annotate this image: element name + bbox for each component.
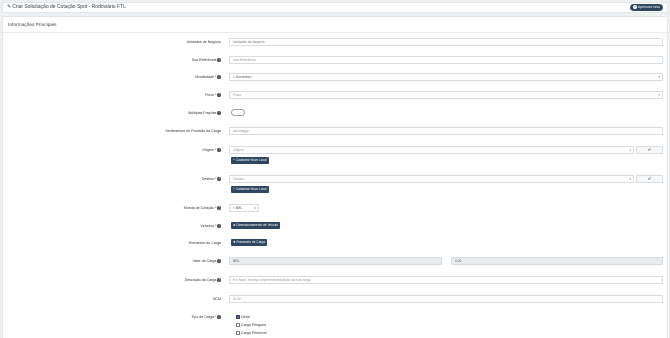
form-panel: Informações Principais Unidades de Negóc… — [2, 16, 668, 338]
destino-confirm-button[interactable]: ✔ — [636, 175, 663, 183]
romaneio-label: Romaneio de Carga — [188, 241, 221, 245]
multiplas-label: Múltiplas Frações i — [188, 111, 221, 115]
origem-confirm-button[interactable]: ✔ — [636, 146, 663, 154]
romaneio-button[interactable]: ✚ Romaneio de Carga — [231, 239, 268, 246]
section-title: Informações Principais — [8, 23, 57, 28]
ncm-input[interactable]: NCM — [229, 295, 663, 303]
info-icon: i — [217, 75, 221, 79]
multiplas-toggle[interactable] — [231, 109, 245, 116]
destino-add-location-button[interactable]: + Cadastrar Novo Local — [231, 186, 269, 193]
valor-label: Valor da Carga i — [192, 259, 221, 263]
descricao-input[interactable]: Por favor, forneça uma breve descrição d… — [229, 276, 663, 284]
chevron-down-icon: ▾ — [658, 75, 660, 79]
destino-label: Destino * i — [201, 177, 221, 181]
modalidade-label: Modalidade * i — [195, 75, 221, 79]
info-icon: i — [217, 224, 221, 228]
pencil-icon: ✎ — [7, 4, 12, 10]
valor-amount-field: 0,00 — [451, 257, 663, 265]
checkbox-checked[interactable]: ✓ — [236, 315, 240, 320]
unidade-field[interactable]: Unidades de Negócio — [229, 38, 663, 46]
destino-select[interactable]: Destino ▾ — [229, 175, 634, 183]
valor-currency-field: BRL — [229, 257, 442, 265]
chevron-down-icon: ▾ — [629, 177, 631, 181]
section-divider — [3, 32, 667, 33]
fluxo-select[interactable]: Fluxo ▾ — [229, 91, 663, 99]
checkbox[interactable] — [236, 323, 240, 328]
ncm-label: NCM — [212, 297, 221, 301]
chevron-down-icon: ▾ — [629, 148, 631, 152]
sua-ref-label: Sua Referência i — [191, 58, 221, 62]
page-header: ✎Criar Solicitação de Cotação Spot - Rod… — [2, 2, 668, 13]
chevron-down-icon: ▾ — [254, 206, 256, 210]
sua-ref-input[interactable]: Sua Referência — [229, 56, 663, 64]
tipo-option-geral[interactable]: ✓Geral — [236, 315, 250, 320]
page-title: ✎Criar Solicitação de Cotação Spot - Rod… — [7, 4, 126, 10]
info-icon: i — [217, 278, 221, 282]
question-icon: ? — [632, 5, 637, 10]
descricao-label: Descrição da Carga i — [184, 278, 221, 282]
info-icon: i — [217, 259, 221, 263]
sentimentos-input[interactable]: Atendagge — [229, 127, 663, 135]
info-icon: i — [217, 111, 221, 115]
info-icon: i — [217, 206, 221, 210]
tipo-label: Tipo de Carga * i — [191, 315, 221, 319]
chevron-down-icon: ▾ — [658, 93, 660, 97]
info-icon: i — [217, 93, 221, 97]
veiculos-label: Veículos * i — [200, 224, 221, 228]
help-button[interactable]: ? Aprimore Isso — [629, 4, 663, 11]
moeda-label: Moeda de Cotação * i — [183, 206, 221, 210]
dimensionamento-veiculo-button[interactable]: ✚ Dimensionamento de Veículo — [231, 222, 281, 229]
origem-select[interactable]: Origem ▾ — [229, 146, 634, 154]
origem-label: Origem * i — [202, 148, 221, 152]
fluxo-label: Fluxo * i — [205, 93, 221, 97]
info-icon: i — [217, 148, 221, 152]
info-icon: i — [217, 177, 221, 181]
origem-add-location-button[interactable]: + Cadastrar Novo Local — [231, 157, 269, 164]
info-icon: i — [217, 58, 221, 62]
sentimentos-label: Sentimentos de Provisão da Carga — [165, 129, 221, 133]
modalidade-select[interactable]: × Doméstico ▾ — [229, 73, 663, 81]
tipo-option-perecivel[interactable]: Carga Perecível — [236, 331, 267, 336]
info-icon: i — [217, 315, 221, 319]
checkbox[interactable] — [236, 331, 240, 336]
toggle-knob — [233, 111, 237, 115]
unidade-label: Unidades de Negócio — [186, 40, 221, 44]
moeda-select[interactable]: × BRL ▾ — [229, 204, 259, 212]
tipo-option-perigosa[interactable]: Carga Perigosa — [236, 323, 266, 328]
